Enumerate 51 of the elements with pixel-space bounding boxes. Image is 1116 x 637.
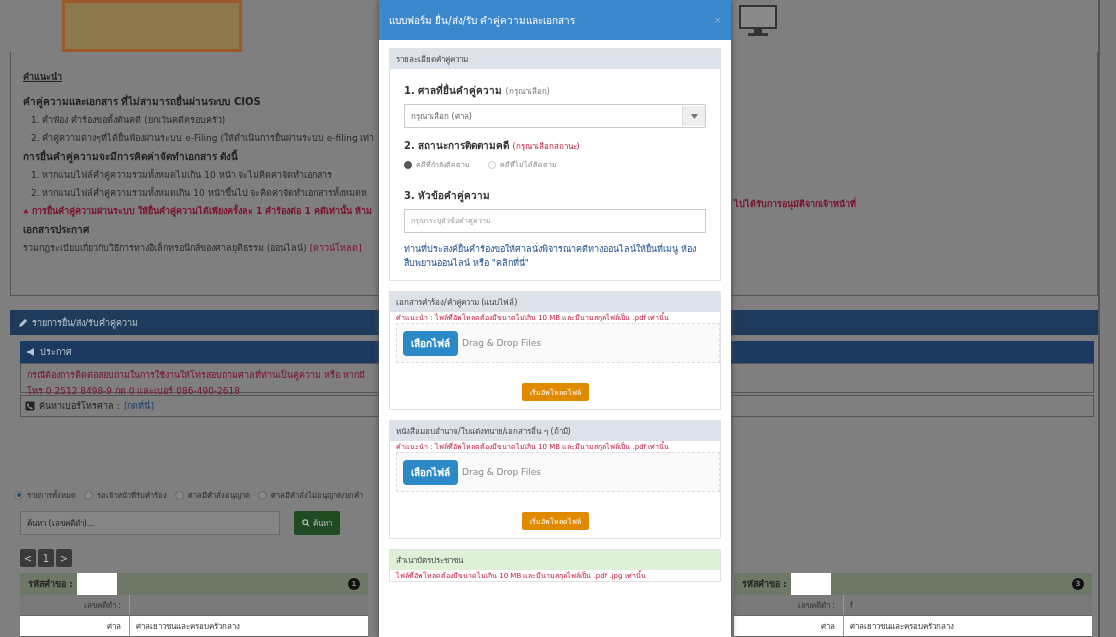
panel-header: สำเนาบัตรประชาชน [390, 550, 720, 570]
row-label: เลขคดีดำ : [734, 595, 844, 615]
instruction-item: 2. คำคู่ความต่างๆที่ได้ยื่นฟ้องผ่านระบบ e-Filing (ให้ดำเนินการยื่นผ่านระบบ e-filing เท่า [30, 131, 372, 145]
section-heading: เอกสารประกาศ [23, 223, 91, 237]
notice-text: โทร 0 2512 8498-9 กด 0 และเบอร์ 086-490-2618 [27, 385, 241, 398]
pager-button[interactable]: < [20, 549, 36, 567]
choose-file-button[interactable]: เลือกไฟล์ [403, 459, 458, 485]
row-value: f [849, 600, 854, 610]
download-link[interactable]: [ดาวน์โหลด] [309, 243, 362, 253]
online-hearing-note: ท่านที่ประสงค์ยื่นคำร้องขอให้ศาลนั่งพิจารณาคดีทางออนไลน์ให้ยื่นที่เมนู ห้องสืบพยานออนไลน์ หรือ "คลิกที่นี่" [404, 243, 697, 270]
warning-icon [23, 206, 29, 216]
panel-header: รายละเอียดคำคู่ความ [390, 49, 720, 69]
section-heading: คำคู่ความและเอกสาร ที่ไม่สามารถยื่นผ่านระบบ CIOS [23, 94, 262, 109]
row-label: ศาล [734, 616, 844, 636]
phone-link[interactable]: [กดที่นี่] [123, 399, 154, 413]
row-label: เลขคดีดำ : [20, 595, 130, 615]
search-field[interactable]: ค้นหา (เลขคดีดำ)... [20, 511, 280, 535]
announcement-text: รวมกฎระเบียบเกี่ยวกับวิธีการทางอิเล็กทรอนิกส์ของศาลยุติธรรม (ออนไลน์) [23, 243, 307, 253]
panel-header: หนังสือมอบอำนาจ/ใบแต่งทนาย/เอกสารอื่น ๆ (ถ้ามี) [390, 421, 720, 441]
section-heading: การยื่นคำคู่ความจะมีการคิดค่าจัดทำเอกสาร ดังนี้ [23, 149, 240, 164]
pager-button[interactable]: 1 [38, 549, 54, 567]
phone-icon [25, 401, 35, 411]
instruction-item: 2. หากแนบไฟล์คำคู่ความรวมทั้งหมดเกิน 10 หน้าขึ้นไป จะคิดค่าจัดทำเอกสารทั้งหมดห [30, 186, 369, 200]
row-value: ศาลเยาวชนและครอบครัวกลาง [849, 620, 955, 633]
redacted-block [790, 573, 831, 595]
instruction-item: 1. คำฟ้อง คำร้องขอตั้งต้นคดี (ยกเว้นคดีครอบครัว) [30, 113, 227, 127]
row-label: ศาล [20, 616, 130, 636]
megaphone-icon [26, 347, 36, 357]
monitor-icon [738, 4, 778, 38]
caret-icon [690, 113, 698, 119]
search-button[interactable]: ค้นหา [294, 511, 340, 535]
panel-header: เอกสารคำร้อง/คำคู่ความ (แนบไฟล์) [390, 292, 720, 312]
dialog-header: แบบฟอร์ม ยื่น/ส่ง/รับ คำคู่ความและเอกสาร × [379, 0, 731, 40]
field-label: 2. สถานะการติดตามคดี (กรุณาเลือกสถานะ) [404, 139, 581, 153]
field-label: 1. ศาลที่ยื่นคำคู่ความ (กรุณาเลือก) [404, 83, 551, 98]
edit-icon [18, 317, 28, 328]
drop-zone[interactable]: เลือกไฟล์ Drag & Drop Files [396, 323, 720, 363]
instruction-item: 1. หากแนบไฟล์คำคู่ความรวมทั้งหมดไม่เกิน 10 หน้า จะไม่คิดค่าจัดทำเอกสาร [30, 168, 334, 182]
choose-file-button[interactable]: เลือกไฟล์ [403, 330, 458, 356]
pager-button[interactable]: > [56, 549, 72, 567]
notice-text: กรณีต้องการติดต่อสอบถามในการใช้งานให้โทรสอบถามศาลที่ท่านเป็นคู่ความ หรือ หากมี [27, 368, 365, 382]
row-value: ศาลเยาวชนและครอบครัวกลาง [135, 620, 241, 633]
drop-zone[interactable]: เลือกไฟล์ Drag & Drop Files [396, 452, 720, 492]
search-icon [302, 519, 310, 527]
instructions-title: คำแนะนำ [23, 71, 63, 84]
warning-text: ไปได้รับการอนุมัติจากเจ้าหน้าที่ [732, 197, 857, 211]
redacted-block [76, 573, 117, 595]
court-select[interactable]: กรุณาเลือก (ศาล) [404, 104, 706, 128]
warning-text: การยื่นคำคู่ความผ่านระบบ ให้ยื่นคำคู่ความได้เพียงครั้งละ 1 คำร้องต่อ 1 คดีเท่านั้น ห้าม [31, 204, 372, 218]
field-label: 3. หัวข้อคำคู่ความ [404, 189, 492, 203]
phone-label: ค้นหาเบอร์โทรศาล : [39, 400, 120, 413]
